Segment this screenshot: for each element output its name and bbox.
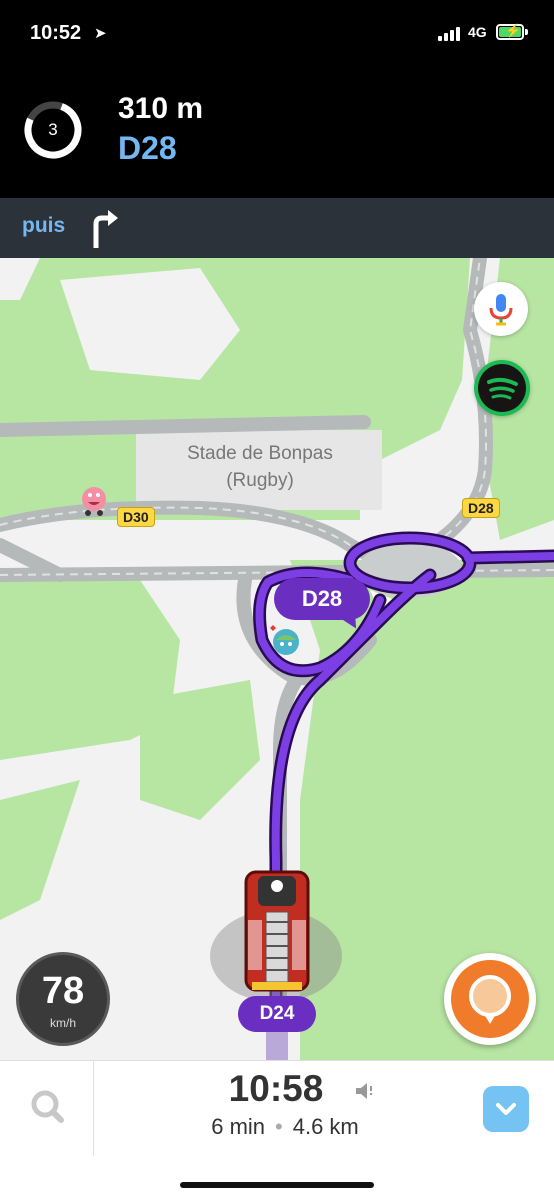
poi-name-line2: (Rugby) <box>226 470 294 491</box>
microphone-icon <box>489 294 513 326</box>
trip-separator: • <box>275 1114 283 1139</box>
battery-cap <box>525 29 528 35</box>
then-label: puis <box>22 214 66 237</box>
trip-duration: 6 min <box>211 1114 266 1139</box>
turn-right-icon <box>93 210 118 248</box>
trip-info: 6 min • 4.6 km <box>150 1114 420 1140</box>
battery-icon: ⚡ <box>496 23 524 40</box>
home-indicator[interactable] <box>180 1182 374 1188</box>
next-road-name: D28 <box>118 130 177 166</box>
speed-unit: km/h <box>49 1016 76 1030</box>
status-bar: 10:52 ➤ 4G ⚡ <box>0 0 554 70</box>
voice-command-button[interactable] <box>474 282 528 336</box>
report-icon <box>469 975 511 1024</box>
map-view[interactable]: D30 D28 <box>0 258 554 1060</box>
arrival-time: 10:58 <box>228 1068 324 1109</box>
countdown-number: 3 <box>48 120 58 139</box>
poi-name-line1: Stade de Bonpas <box>187 443 333 464</box>
current-road-label: D24 <box>238 996 316 1032</box>
poi-label-stadium: Stade de Bonpas (Rugby) <box>150 440 370 494</box>
status-time: 10:52 <box>30 22 82 44</box>
search-button[interactable] <box>0 1060 94 1156</box>
road-label-d30: D30 <box>117 507 155 527</box>
sound-icon[interactable] <box>354 1080 378 1102</box>
trip-distance: 4.6 km <box>292 1114 359 1139</box>
speed-value: 78 <box>41 970 85 1012</box>
chevron-down-icon <box>496 1103 516 1115</box>
expand-button[interactable] <box>483 1086 529 1132</box>
network-type: 4G <box>468 24 487 40</box>
spotify-icon <box>478 364 526 412</box>
signal-strength-icon <box>438 27 462 41</box>
map-canvas[interactable] <box>0 258 554 1060</box>
location-arrow-icon: ➤ <box>94 25 107 42</box>
road-label-d28: D28 <box>462 498 500 518</box>
vehicle-icon <box>244 870 310 992</box>
report-button-inner[interactable] <box>451 960 529 1038</box>
then-instruction-bar <box>0 198 554 258</box>
maneuver-distance: 310 m <box>118 92 204 125</box>
spotify-button[interactable] <box>474 360 530 416</box>
search-icon <box>31 1090 64 1123</box>
